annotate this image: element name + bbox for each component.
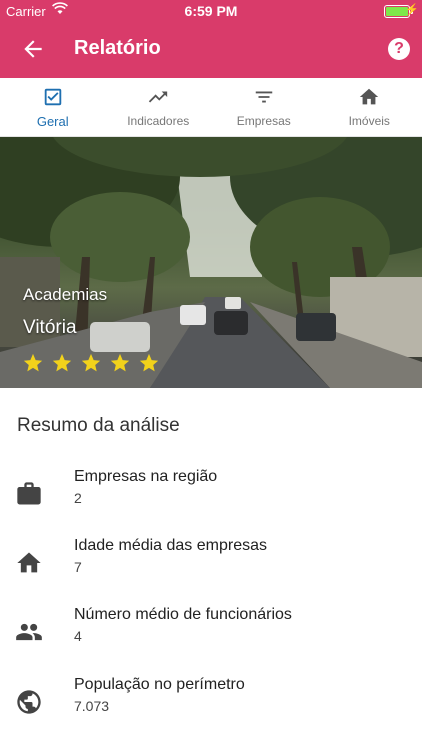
hero-image: Academias Vitória xyxy=(0,137,422,388)
metric-populacao: População no perímetro 7.073 xyxy=(0,676,422,736)
metric-label: População no perímetro xyxy=(74,676,245,693)
metric-funcionarios: Número médio de funcionários 4 xyxy=(0,606,422,666)
home-icon xyxy=(317,86,422,108)
tab-indicadores[interactable]: Indicadores xyxy=(106,78,212,136)
clock: 6:59 PM xyxy=(184,3,238,19)
rating-stars xyxy=(22,352,167,374)
star-icon xyxy=(109,352,135,374)
metric-value: 4 xyxy=(74,628,82,644)
star-icon xyxy=(51,352,77,374)
help-icon[interactable]: ? xyxy=(388,38,410,60)
charging-icon: ⚡ xyxy=(405,4,419,16)
section-title: Resumo da análise xyxy=(17,415,180,436)
tab-label: Imóveis xyxy=(348,114,390,128)
tab-imoveis[interactable]: Imóveis xyxy=(317,78,422,136)
tab-empresas[interactable]: Empresas xyxy=(211,78,317,136)
filter-icon xyxy=(211,86,317,108)
trending-up-icon xyxy=(106,86,212,108)
tab-label: Empresas xyxy=(236,114,291,128)
briefcase-icon xyxy=(15,480,43,508)
metric-idade: Idade média das empresas 7 xyxy=(0,537,422,597)
metric-value: 7.073 xyxy=(74,698,110,714)
back-arrow-icon[interactable] xyxy=(20,36,46,62)
metric-label: Empresas na região xyxy=(74,468,218,485)
metric-label: Idade média das empresas xyxy=(74,537,267,554)
page-title: Relatório xyxy=(74,37,161,59)
globe-icon xyxy=(15,688,43,716)
metric-value: 2 xyxy=(74,490,82,506)
home-icon xyxy=(15,549,43,577)
people-icon xyxy=(15,618,43,646)
star-icon xyxy=(138,352,164,374)
tab-label: Indicadores xyxy=(127,114,190,128)
tab-bar: Geral Indicadores Empresas Imóveis xyxy=(0,78,422,214)
street-photo xyxy=(0,137,422,388)
app-bar: Relatório ? xyxy=(0,22,422,78)
metric-empresas: Empresas na região 2 xyxy=(0,468,422,528)
status-bar: Carrier 6:59 PM ⚡ xyxy=(0,0,422,22)
checkbox-icon xyxy=(0,86,106,108)
metric-value: 7 xyxy=(74,559,82,575)
tab-geral[interactable]: Geral xyxy=(0,78,106,136)
hero-city: Vitória xyxy=(23,317,77,338)
metric-label: Número médio de funcionários xyxy=(74,606,292,623)
tab-label: Geral xyxy=(36,114,69,129)
star-icon xyxy=(80,352,106,374)
hero-category: Academias xyxy=(23,285,108,304)
star-icon xyxy=(22,352,48,374)
